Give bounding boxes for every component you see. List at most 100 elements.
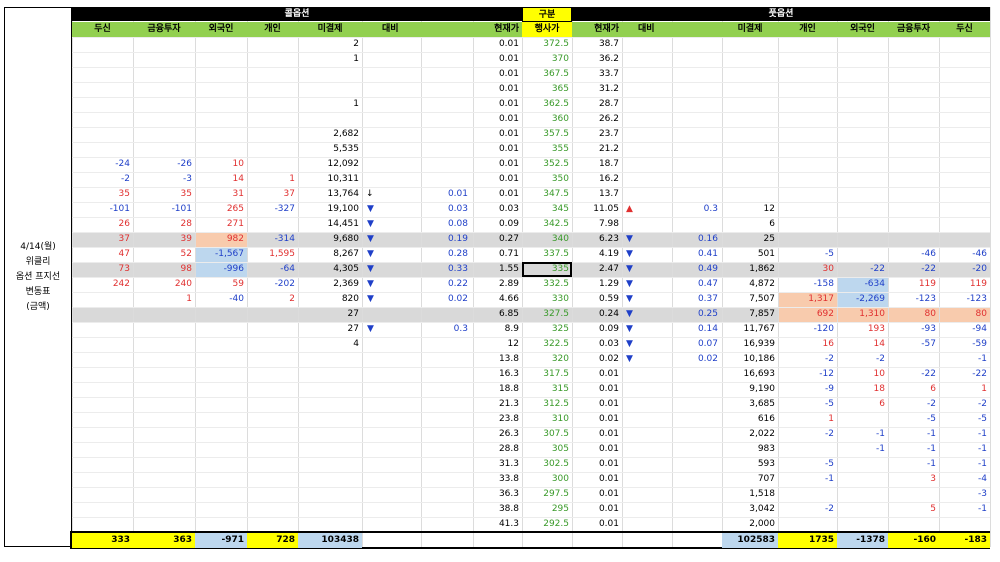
cell-p_oi: 707 [757, 474, 775, 484]
cell-cc: 0.27 [498, 234, 519, 244]
options-sheet: 4/14(월) 위클리 옵션 프지선 변동표 (금액) 콜옵션 풋옵션 구분 두신 금융투자 외국인… [0, 0, 1000, 562]
cell-c_oi: 820 [341, 294, 359, 304]
cell-cc: 33.8 [498, 474, 519, 484]
cell-pc: 11.05 [593, 204, 619, 214]
cell-k: 330 [551, 294, 569, 304]
cell-cc: 36.3 [498, 489, 519, 499]
total-cell-c_fo: -971 [195, 533, 247, 548]
cell-pc: 0.01 [598, 384, 619, 394]
cell-cc: 31.3 [498, 459, 519, 469]
cell-p_oi: 25 [763, 234, 775, 244]
cell-cc: 0.01 [498, 84, 519, 94]
total-cell-p_fi: -160 [888, 533, 939, 548]
up-triangle-icon: ▲ [626, 204, 633, 214]
cell-c_fi: 35 [180, 189, 192, 199]
cell-pc: 4.19 [598, 249, 619, 259]
cell-c_fi: -26 [177, 159, 192, 169]
down-triangle-icon: ▼ [367, 294, 374, 304]
cell-k: 320 [551, 354, 569, 364]
cell-c_du: -24 [115, 159, 130, 169]
column-header: 미결제 [298, 22, 362, 37]
cell-c_fo: 31 [232, 189, 244, 199]
cell-k: 327.5 [543, 309, 569, 319]
cell-k: 310 [551, 414, 569, 424]
down-triangle-icon: ▼ [626, 249, 633, 259]
cell-c_du: 26 [118, 219, 130, 229]
down-triangle-icon: ▼ [626, 324, 633, 334]
cell-p_oi: 12 [763, 204, 775, 214]
cell-c_oi: 14,451 [327, 219, 360, 229]
cell-c_fo: 271 [226, 219, 244, 229]
cell-c_fi: -101 [171, 204, 192, 214]
cell-c_ch: 0.33 [447, 264, 468, 274]
cell-cc: 1.55 [498, 264, 519, 274]
cell-k: 295 [551, 504, 569, 514]
cell-p_ch: 0.41 [697, 249, 718, 259]
cell-c_fi: 1 [186, 294, 192, 304]
cell-p_du: -5 [978, 414, 987, 424]
cell-p_fo: 10 [873, 369, 885, 379]
column-header: 외국인 [195, 22, 247, 37]
cell-p_du: -59 [972, 339, 987, 349]
cell-c_oi: 8,267 [333, 249, 359, 259]
cell-cc: 0.01 [498, 99, 519, 109]
section-center-label: 구분 [522, 7, 572, 22]
cell-p_fi: -22 [921, 369, 936, 379]
cell-p_oi: 593 [757, 459, 775, 469]
cell-cc: 41.3 [498, 519, 519, 529]
cell-cc: 4.66 [498, 294, 519, 304]
cell-p_oi: 1,862 [749, 264, 775, 274]
cell-p_fi: -1 [927, 444, 936, 454]
call-section-header: 콜옵션 [72, 7, 522, 21]
cell-pc: 16.2 [598, 174, 619, 184]
down-triangle-icon: ▼ [367, 249, 374, 259]
cell-c_du: -101 [109, 204, 130, 214]
cell-p_in: 692 [816, 309, 834, 319]
total-cell-c_fi: 363 [133, 533, 195, 548]
cell-c_fi: -3 [183, 174, 192, 184]
put-section-header: 풋옵션 [572, 7, 990, 21]
cell-p_fi: 3 [930, 474, 936, 484]
column-header: 금융투자 [133, 22, 195, 37]
cell-p_ch: 0.02 [697, 354, 718, 364]
cell-c_oi: 4 [353, 339, 359, 349]
cell-c_fo: -40 [229, 294, 244, 304]
cell-c_oi: 2,369 [333, 279, 359, 289]
cell-c_oi: 1 [353, 54, 359, 64]
down-arrow-icon: ↓ [366, 189, 374, 199]
cell-k: 322.5 [543, 339, 569, 349]
cell-c_du: 35 [118, 189, 130, 199]
cell-pc: 33.7 [598, 69, 619, 79]
cell-k: 302.5 [543, 459, 569, 469]
cell-p_oi: 7,507 [749, 294, 775, 304]
cell-p_du: -1 [978, 429, 987, 439]
down-triangle-icon: ▼ [367, 324, 374, 334]
cell-c_in: 37 [283, 189, 295, 199]
cell-p_fi: 6 [930, 384, 936, 394]
cell-p_oi: 616 [757, 414, 775, 424]
cell-p_fi: -1 [927, 459, 936, 469]
cell-p_fo: -1 [876, 444, 885, 454]
cell-k: 365 [551, 84, 569, 94]
column-header: 행사가 [522, 22, 572, 37]
cell-p_fo: -2 [876, 354, 885, 364]
cell-p_fo: -1 [876, 429, 885, 439]
cell-p_fi: 5 [930, 504, 936, 514]
cell-pc: 36.2 [598, 54, 619, 64]
cell-pc: 0.09 [598, 324, 619, 334]
total-cell-c_du: 333 [72, 533, 133, 548]
cell-c_ch: 0.03 [447, 204, 468, 214]
cell-k: 360 [551, 114, 569, 124]
down-triangle-icon: ▼ [626, 354, 633, 364]
cell-pc: 7.98 [598, 219, 619, 229]
cell-pc: 0.01 [598, 444, 619, 454]
cell-p_fi: 80 [924, 309, 936, 319]
cell-c_fo: 265 [226, 204, 244, 214]
down-triangle-icon: ▼ [367, 219, 374, 229]
cell-pc: 0.24 [598, 309, 619, 319]
column-header: 개인 [247, 22, 298, 37]
cell-cc: 0.03 [498, 204, 519, 214]
cell-p_du: 80 [975, 309, 987, 319]
cell-pc: 1.29 [598, 279, 619, 289]
left-label-line: 옵션 프지선 [15, 271, 61, 282]
